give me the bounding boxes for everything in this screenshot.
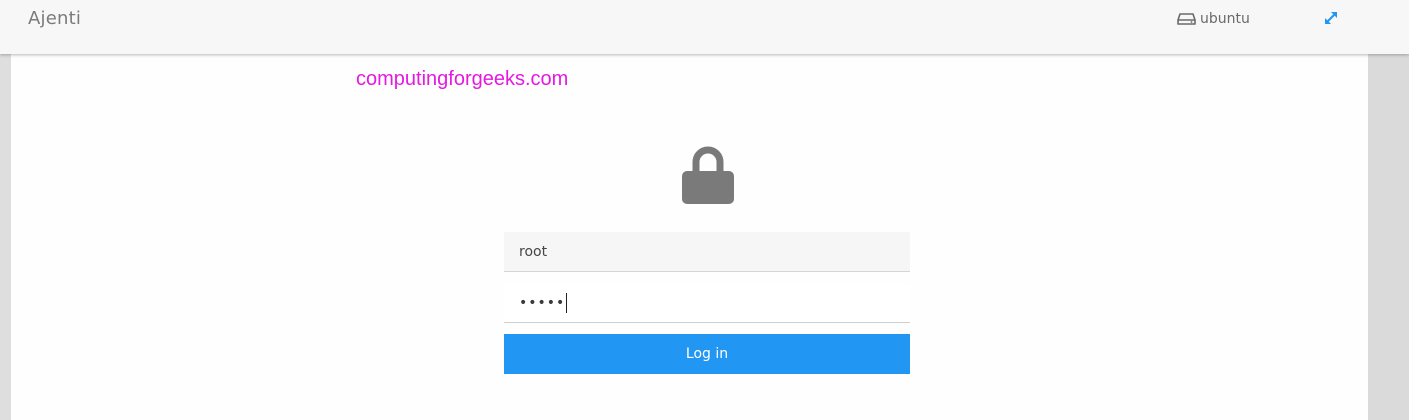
text-caret xyxy=(566,292,568,313)
server-drive-icon xyxy=(1177,13,1196,25)
right-gutter xyxy=(1368,54,1409,420)
hostname-indicator: ubuntu xyxy=(1177,9,1250,29)
top-header: Ajenti ubuntu xyxy=(0,0,1409,54)
password-input[interactable]: ••••• xyxy=(504,283,910,323)
fullscreen-toggle-button[interactable] xyxy=(1322,9,1340,27)
username-input[interactable] xyxy=(504,232,910,272)
login-button[interactable]: Log in xyxy=(504,334,910,374)
left-gutter xyxy=(0,54,11,420)
watermark-text: computingforgeeks.com xyxy=(356,68,569,90)
expand-arrows-icon xyxy=(1325,12,1337,24)
password-mask: ••••• xyxy=(519,294,566,311)
lock-icon xyxy=(682,146,734,204)
app-title: Ajenti xyxy=(28,8,82,29)
hostname-label: ubuntu xyxy=(1200,11,1250,27)
